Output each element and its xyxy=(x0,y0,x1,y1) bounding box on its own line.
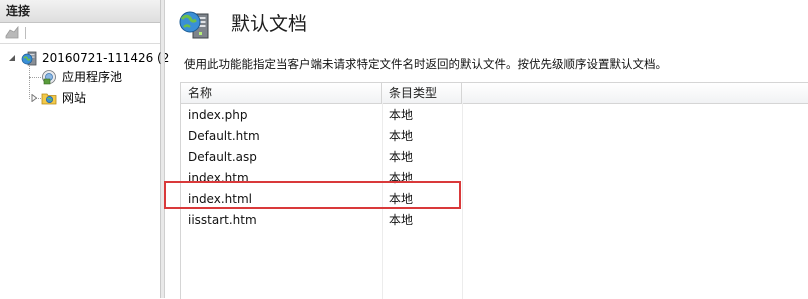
list-row-default-htm[interactable]: Default.htm 本地 xyxy=(181,126,808,147)
cell-name: Default.htm xyxy=(188,129,260,143)
tree-node-sites[interactable]: 网站 xyxy=(0,89,161,107)
connections-toolbar xyxy=(0,23,160,44)
highlight-annotation-box xyxy=(164,181,461,209)
cell-type: 本地 xyxy=(389,213,414,227)
column-header-name[interactable]: 名称 xyxy=(181,83,382,103)
connections-pane: 连接 20160721-111426 (2 应用程序池 网站 xyxy=(0,0,169,298)
list-row-index-php[interactable]: index.php 本地 xyxy=(181,105,808,126)
tree-node-app-pools[interactable]: 应用程序池 xyxy=(0,68,161,86)
server-icon xyxy=(21,51,37,66)
list-header: 名称 条目类型 xyxy=(181,83,808,104)
connections-header: 连接 xyxy=(0,0,160,23)
expanded-arrow-icon[interactable] xyxy=(8,54,16,62)
sites-folder-icon xyxy=(41,93,57,105)
sites-label: 网站 xyxy=(62,91,87,105)
cell-type: 本地 xyxy=(389,108,414,122)
tree-node-server[interactable]: 20160721-111426 (2 xyxy=(0,49,169,67)
column-header-type[interactable]: 条目类型 xyxy=(382,83,462,103)
cell-name: iisstart.htm xyxy=(188,213,257,227)
toolbar-separator xyxy=(25,27,26,39)
list-row-iisstart-htm[interactable]: iisstart.htm 本地 xyxy=(181,210,808,231)
app-pools-icon xyxy=(42,70,56,85)
pane-splitter[interactable] xyxy=(161,0,165,298)
server-label: 20160721-111426 (2 xyxy=(42,51,170,65)
default-document-icon xyxy=(179,11,209,39)
collapsed-arrow-icon[interactable] xyxy=(30,94,38,102)
app-pools-label: 应用程序池 xyxy=(62,70,123,84)
cell-type: 本地 xyxy=(389,129,414,143)
cell-type: 本地 xyxy=(389,150,414,164)
cell-name: Default.asp xyxy=(188,150,257,164)
page-title: 默认文档 xyxy=(231,13,308,35)
connect-icon[interactable] xyxy=(5,26,19,39)
page-description: 使用此功能能指定当客户端未请求特定文件名时返回的默认文件。按优先级顺序设置默认文… xyxy=(184,57,667,71)
list-row-default-asp[interactable]: Default.asp 本地 xyxy=(181,147,808,168)
cell-name: index.php xyxy=(188,108,248,122)
